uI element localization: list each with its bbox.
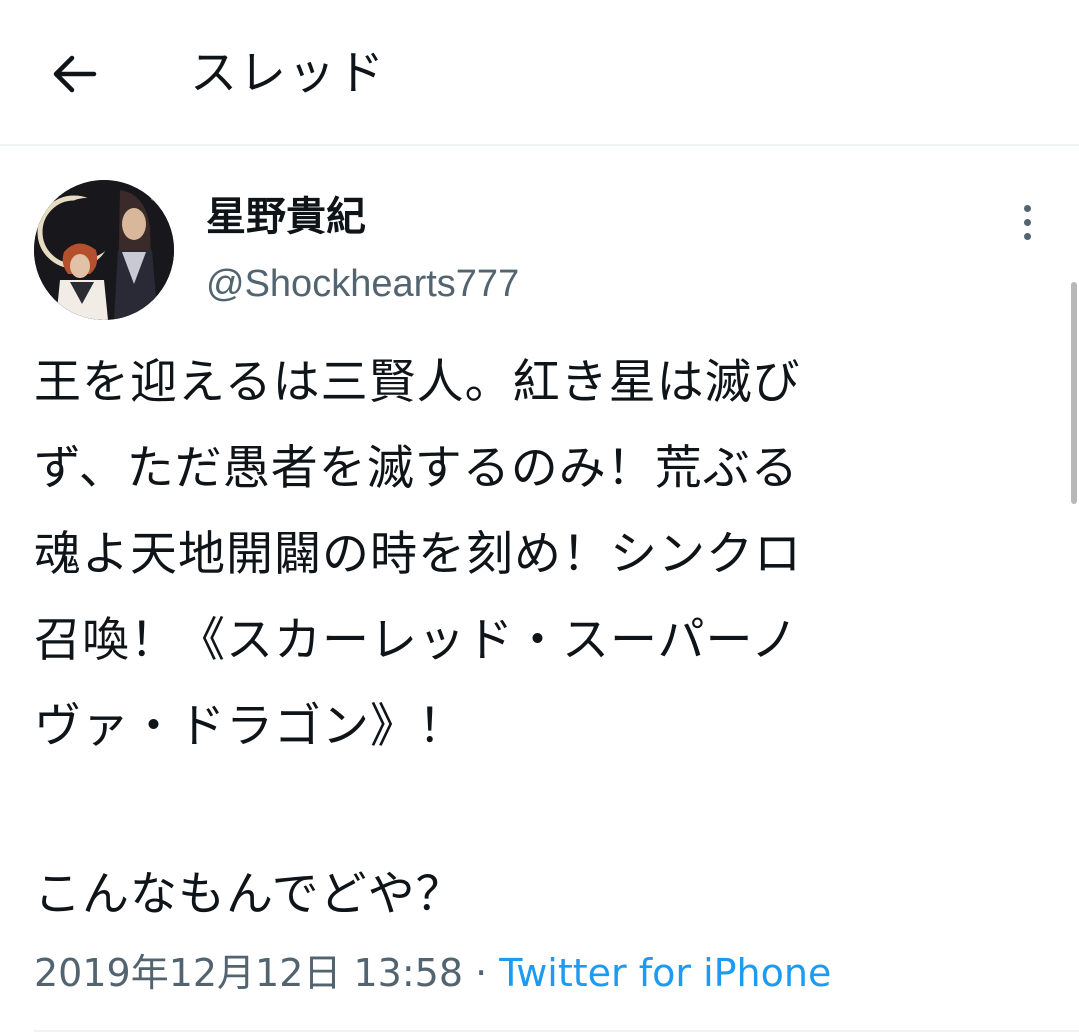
page-title: スレッド	[190, 46, 386, 101]
tweet-source-link[interactable]: Twitter for iPhone	[499, 951, 831, 995]
meta-separator: ·	[475, 951, 488, 995]
scrollbar[interactable]	[1071, 282, 1077, 504]
thread-header: スレッド	[0, 0, 1079, 146]
arrow-left-icon	[53, 55, 97, 93]
tweet-text-line: 王を迎えるは三賢人。紅き星は滅び	[34, 355, 801, 410]
user-handle[interactable]: @Shockhearts777	[206, 260, 519, 308]
tweet-text-line: ず、ただ愚者を滅するのみ！荒ぶる	[34, 441, 799, 496]
more-vertical-icon-dot	[1023, 232, 1031, 240]
tweet-text-tail: こんなもんでどや？	[34, 867, 464, 922]
tweet-meta: 2019年12月12日 13:58 · Twitter for iPhone	[34, 948, 831, 998]
display-name[interactable]: 星野貴紀	[206, 192, 366, 242]
tweet-text-line: ヴァ・ドラゴン》！	[34, 699, 466, 754]
divider	[34, 1030, 1079, 1032]
user-avatar	[34, 180, 174, 320]
tweet-text-line: 魂よ天地開闢の時を刻め！シンクロ	[34, 527, 802, 582]
more-vertical-icon-dot	[1023, 218, 1031, 226]
tweet-timestamp[interactable]: 2019年12月12日 13:58	[34, 951, 463, 995]
tweet-text: 王を迎えるは三賢人。紅き星は滅び ず、ただ愚者を滅するのみ！荒ぶる 魂よ天地開闢の時…	[34, 340, 1044, 770]
avatar[interactable]	[34, 180, 174, 320]
more-options-button[interactable]	[1010, 198, 1044, 246]
thread-screen: スレッド 星野貴紀 @Shockhearts777 王を迎えるは三賢人。紅き星は…	[0, 0, 1079, 1033]
more-vertical-icon	[1023, 204, 1031, 212]
tweet-text-line: 召喚！《スカーレッド・スーパーノ	[34, 613, 799, 668]
back-button[interactable]	[42, 46, 106, 102]
